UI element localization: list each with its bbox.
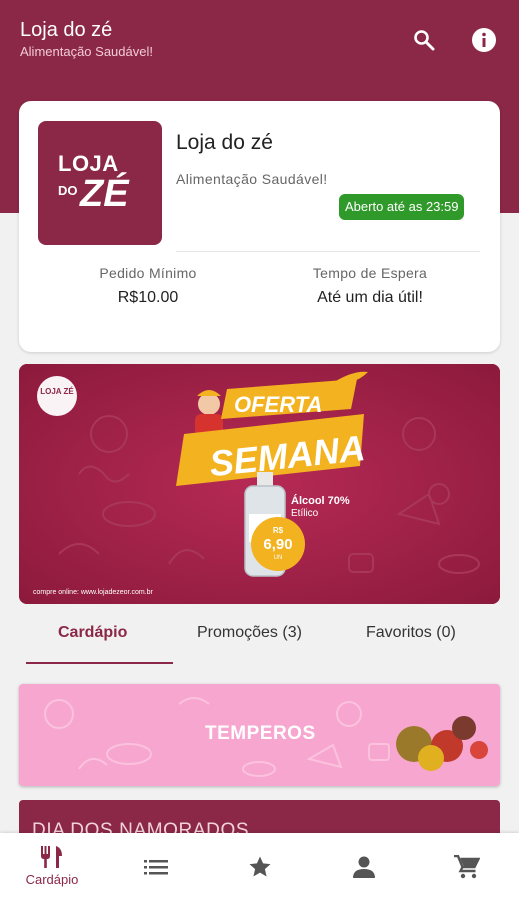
tab-active-indicator [26, 662, 173, 664]
search-icon[interactable] [410, 26, 438, 54]
info-icon[interactable] [470, 26, 498, 54]
bottom-navigation: Cardápio [0, 833, 519, 900]
nav-cardapio[interactable]: Cardápio [0, 833, 104, 900]
tab-cardapio[interactable]: Cardápio [58, 624, 127, 642]
store-logo: LOJA DO ZÉ [38, 121, 162, 245]
banner-price: 6,90 [263, 536, 292, 553]
nav-cardapio-label: Cardápio [25, 872, 79, 887]
promo-banner[interactable]: LOJA ZÉ OFERTA SEMANA Álcool 70% Etílico… [19, 364, 500, 604]
banner-logo-text: LOJA ZÉ [40, 387, 74, 396]
store-name: Loja do zé [176, 131, 273, 154]
logo-text-ze: ZÉ [80, 173, 129, 215]
store-tagline: Alimentação Saudável! [176, 171, 328, 187]
nav-cart[interactable] [415, 833, 519, 900]
min-order-label: Pedido Mínimo [99, 265, 197, 281]
tab-favoritos[interactable]: Favoritos (0) [366, 624, 456, 642]
promo-banner-art: LOJA ZÉ OFERTA SEMANA Álcool 70% Etílico… [19, 364, 500, 604]
banner-product-sub: Etílico [291, 508, 319, 519]
list-icon [144, 859, 168, 874]
category-card-temperos[interactable]: TEMPEROS [19, 684, 500, 786]
wait-time-value: Até um dia útil! [317, 289, 423, 306]
person-icon [353, 856, 375, 878]
logo-text-do: DO [58, 183, 78, 198]
wait-time-label: Tempo de Espera [312, 265, 428, 281]
cart-icon [454, 854, 480, 878]
divider [176, 251, 480, 252]
banner-price-currency: R$ [273, 526, 284, 535]
star-icon [249, 856, 271, 876]
open-status-badge: Aberto até as 23:59 [339, 194, 465, 220]
banner-price-unit: UN [274, 555, 283, 561]
nav-profile[interactable] [312, 833, 416, 900]
tab-bar: Cardápio Promoções (3) Favoritos (0) [0, 612, 519, 666]
nav-list[interactable] [104, 833, 208, 900]
tab-promocoes[interactable]: Promoções (3) [197, 624, 302, 642]
banner-product-name: Álcool 70% [291, 494, 350, 507]
restaurant-icon [41, 846, 62, 868]
banner-title-1: OFERTA [234, 392, 322, 417]
nav-favorites[interactable] [208, 833, 312, 900]
min-order-value: R$10.00 [117, 289, 179, 306]
banner-footer: compre online: www.lojadezeor.com.br [33, 589, 154, 596]
app-subtitle: Alimentação Saudável! [20, 44, 153, 59]
app-title: Loja do zé [20, 19, 113, 41]
category-label: TEMPEROS [205, 723, 316, 744]
store-info-card: LOJA DO ZÉ Loja do zé Alimentação Saudáv… [19, 101, 500, 352]
